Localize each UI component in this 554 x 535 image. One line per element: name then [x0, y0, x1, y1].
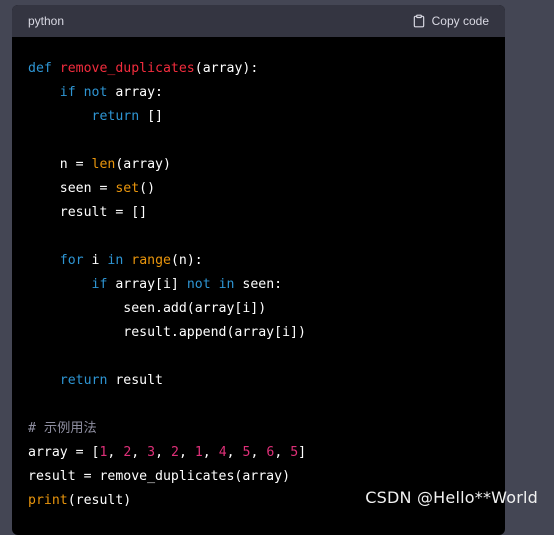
code-token: remove_duplicates: [59, 61, 195, 76]
code-token: in: [107, 253, 132, 268]
code-line: for i in range(n):: [28, 253, 203, 268]
code-token: result = remove_duplicates(array): [28, 469, 291, 484]
code-token: seen =: [28, 181, 116, 196]
code-token: n =: [28, 157, 92, 172]
code-token: seen:: [242, 277, 283, 292]
code-token: if not: [59, 85, 116, 100]
code-content: def remove_duplicates(array): if not arr…: [12, 37, 505, 513]
language-label: python: [28, 14, 65, 28]
code-token: seen.add(array[i]): [28, 301, 267, 316]
code-token: ,: [274, 445, 291, 460]
code-token: ]: [298, 445, 307, 460]
code-token: ,: [107, 445, 124, 460]
code-token: range: [131, 253, 171, 268]
code-line: array = [1, 2, 3, 2, 1, 4, 5, 6, 5]: [28, 445, 306, 460]
clipboard-icon: [412, 14, 426, 28]
code-line: if not array:: [28, 85, 163, 100]
code-token: return: [59, 373, 116, 388]
code-token: if: [91, 277, 116, 292]
code-token: array[i]: [115, 277, 187, 292]
code-token: set: [115, 181, 140, 196]
code-token: (array):: [194, 61, 259, 76]
code-token: result = []: [28, 205, 148, 220]
watermark: CSDN @Hello**World: [365, 488, 538, 507]
code-line: return []: [28, 109, 163, 124]
code-token: ,: [226, 445, 243, 460]
code-line: result = remove_duplicates(array): [28, 469, 290, 484]
code-token: result: [115, 373, 163, 388]
code-token: i: [91, 253, 108, 268]
code-token: 1: [194, 445, 203, 460]
code-token: def: [28, 61, 60, 76]
code-line: return result: [28, 373, 163, 388]
code-token: return: [91, 109, 148, 124]
code-token: array:: [115, 85, 163, 100]
code-token: len: [91, 157, 116, 172]
code-line: seen = set(): [28, 181, 155, 196]
code-token: ,: [250, 445, 267, 460]
code-line: if array[i] not in seen:: [28, 277, 283, 292]
code-token: 3: [147, 445, 156, 460]
code-line: result = []: [28, 205, 147, 220]
code-token: (array): [115, 157, 171, 172]
code-token: []: [147, 109, 163, 124]
code-token: # 示例用法: [28, 421, 97, 436]
code-block: python Copy code def remove_duplicates(a…: [12, 5, 505, 535]
code-token: (result): [67, 493, 132, 508]
code-line: n = len(array): [28, 157, 171, 172]
code-line: print(result): [28, 493, 131, 508]
code-line: result.append(array[i]): [28, 325, 306, 340]
code-token: 2: [171, 445, 179, 460]
code-header: python Copy code: [12, 5, 505, 37]
code-token: ,: [155, 445, 171, 460]
code-token: array = [: [28, 445, 100, 460]
code-line: def remove_duplicates(array):: [28, 61, 258, 76]
code-token: not in: [186, 277, 243, 292]
code-token: (): [139, 181, 156, 196]
code-token: ,: [178, 445, 195, 460]
code-token: ,: [202, 445, 219, 460]
code-line: # 示例用法: [28, 421, 97, 436]
code-token: for: [59, 253, 92, 268]
code-line: seen.add(array[i]): [28, 301, 266, 316]
copy-code-button[interactable]: Copy code: [412, 14, 489, 28]
code-token: 4: [218, 445, 227, 460]
code-token: 5: [290, 445, 299, 460]
copy-code-label: Copy code: [431, 14, 489, 28]
code-token: (n):: [170, 253, 203, 268]
code-token: result.append(array[i]): [28, 325, 306, 340]
code-token: ,: [131, 445, 148, 460]
code-token: print: [28, 493, 68, 508]
